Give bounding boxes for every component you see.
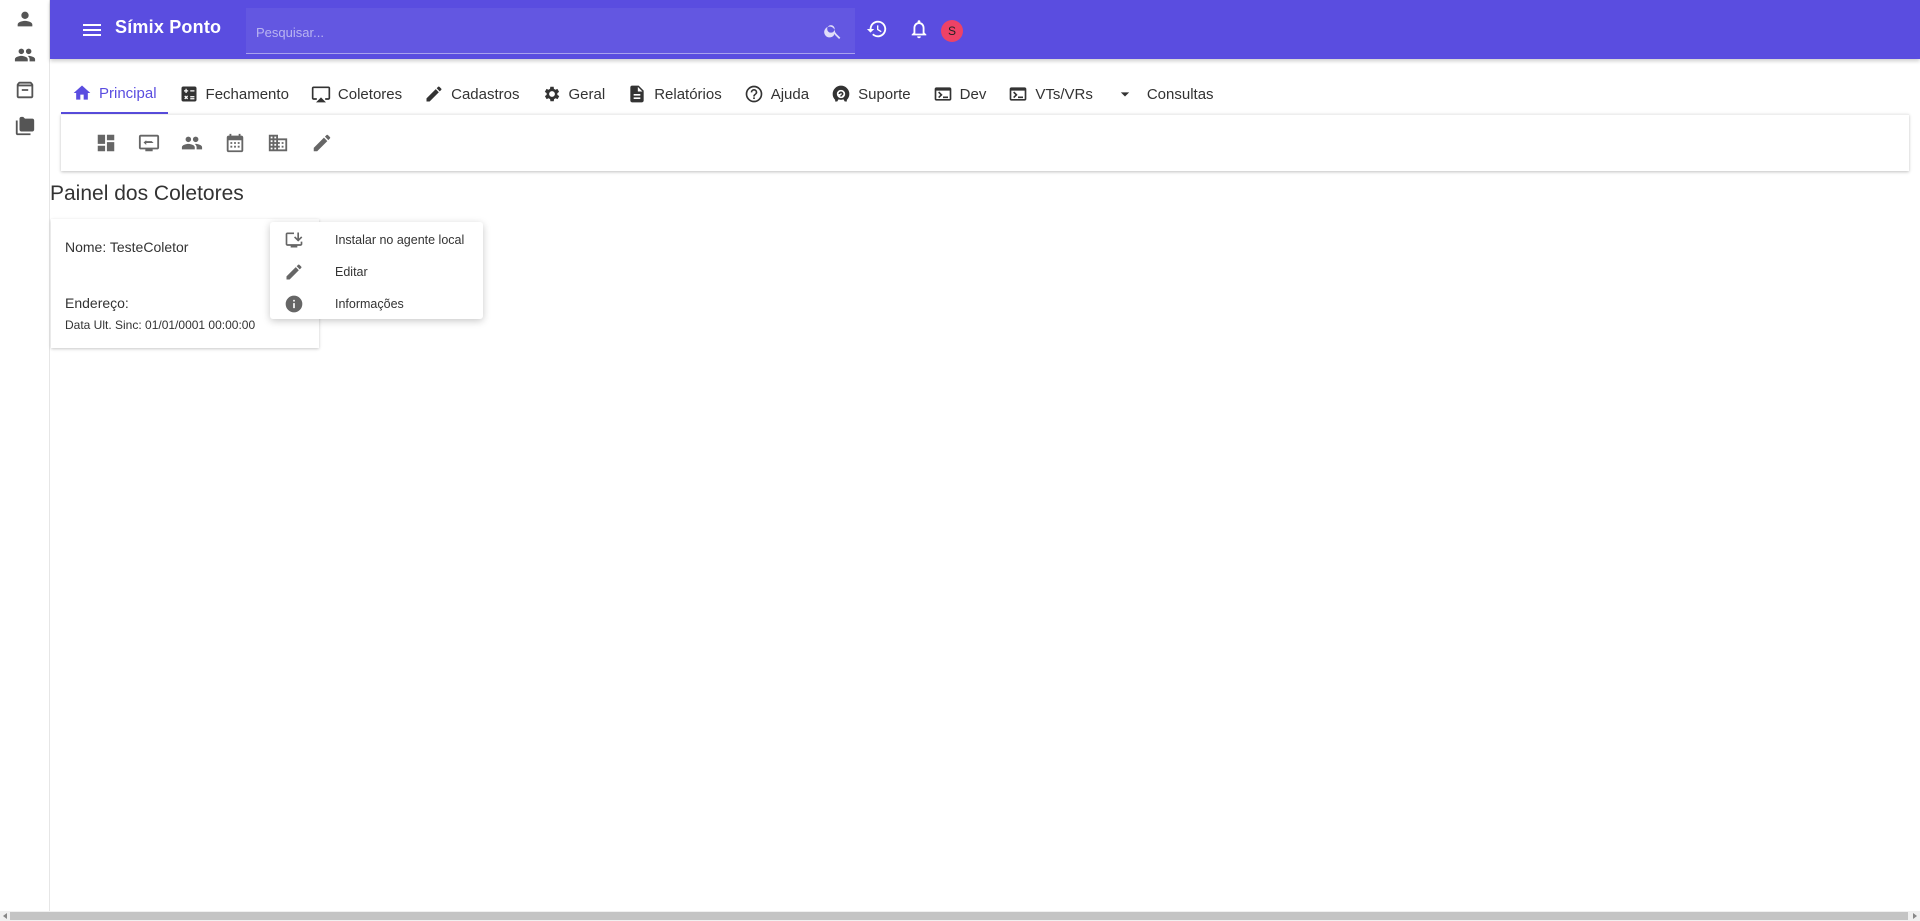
terminal-icon bbox=[1008, 84, 1028, 104]
gear-icon bbox=[542, 84, 562, 104]
tab-label: Dev bbox=[959, 85, 987, 103]
monitor-icon bbox=[311, 84, 331, 104]
person-icon[interactable] bbox=[12, 6, 38, 32]
sub-toolbar bbox=[61, 114, 1909, 171]
tab-label: Cadastros bbox=[451, 85, 520, 103]
home-icon bbox=[72, 83, 92, 103]
pencil-icon bbox=[424, 84, 444, 104]
tab-label: VTs/VRs bbox=[1035, 85, 1093, 103]
calendar-icon[interactable] bbox=[224, 132, 248, 156]
document-icon bbox=[627, 84, 647, 104]
collector-address: Endereço: bbox=[65, 295, 129, 311]
scrollbar-thumb[interactable] bbox=[10, 912, 1908, 920]
help-icon bbox=[744, 84, 764, 104]
search-box bbox=[246, 8, 855, 54]
horizontal-scrollbar[interactable] bbox=[0, 911, 1920, 921]
menu-item-label: Instalar no agente local bbox=[335, 233, 465, 247]
tab-consultas[interactable]: Consultas bbox=[1104, 74, 1225, 114]
tab-cadastros[interactable]: Cadastros bbox=[413, 74, 530, 114]
search-input[interactable] bbox=[256, 22, 796, 42]
pencil-icon bbox=[284, 262, 304, 282]
tab-suporte[interactable]: Suporte bbox=[820, 74, 922, 114]
dashboard-icon[interactable] bbox=[95, 132, 119, 156]
info-icon bbox=[284, 294, 304, 314]
history-icon[interactable] bbox=[866, 18, 888, 40]
tab-relatorios[interactable]: Relatórios bbox=[616, 74, 733, 114]
app-title: Símix Ponto bbox=[115, 17, 222, 37]
folder-icon[interactable] bbox=[12, 113, 38, 139]
tab-label: Suporte bbox=[858, 85, 911, 103]
top-app-bar: Símix Ponto S bbox=[50, 0, 1920, 59]
tab-label: Fechamento bbox=[205, 85, 289, 103]
collector-name: Nome: TesteColetor bbox=[65, 239, 189, 255]
pencil-icon[interactable] bbox=[311, 132, 335, 156]
tab-fechamento[interactable]: Fechamento bbox=[168, 74, 300, 114]
install-icon bbox=[284, 230, 304, 250]
menu-item-edit[interactable]: Editar bbox=[270, 258, 483, 288]
menu-icon[interactable] bbox=[80, 18, 104, 42]
main-tabs: Principal Fechamento Coletores Cadastros… bbox=[61, 74, 1225, 114]
search-icon[interactable] bbox=[823, 21, 843, 41]
tab-label: Principal bbox=[99, 84, 157, 102]
tab-dev[interactable]: Dev bbox=[922, 74, 998, 114]
tab-label: Geral bbox=[568, 85, 606, 103]
terminal-icon bbox=[933, 84, 953, 104]
menu-item-label: Editar bbox=[335, 265, 368, 279]
tab-geral[interactable]: Geral bbox=[531, 74, 617, 114]
scroll-left-icon[interactable] bbox=[0, 911, 10, 921]
page-title: Painel dos Coletores bbox=[50, 182, 244, 205]
collector-last-sync: Data Ult. Sinc: 01/01/0001 00:00:00 bbox=[65, 318, 256, 332]
building-icon[interactable] bbox=[267, 132, 291, 156]
avatar[interactable]: S bbox=[941, 20, 963, 42]
tab-ajuda[interactable]: Ajuda bbox=[733, 74, 820, 114]
monitor-swap-icon[interactable] bbox=[138, 132, 162, 156]
scroll-right-icon[interactable] bbox=[1910, 911, 1920, 921]
menu-item-info[interactable]: Informações bbox=[270, 290, 483, 320]
tab-vts-vrs[interactable]: VTs/VRs bbox=[997, 74, 1104, 114]
bell-icon[interactable] bbox=[908, 18, 930, 40]
tab-label: Ajuda bbox=[770, 85, 810, 103]
menu-item-install[interactable]: Instalar no agente local bbox=[270, 226, 483, 256]
tab-principal[interactable]: Principal bbox=[61, 74, 168, 114]
people-icon[interactable] bbox=[181, 132, 205, 156]
archive-icon[interactable] bbox=[12, 77, 38, 103]
left-rail bbox=[0, 0, 50, 921]
tab-coletores[interactable]: Coletores bbox=[300, 74, 413, 114]
people-icon[interactable] bbox=[12, 42, 38, 68]
context-menu: Instalar no agente local Editar Informaç… bbox=[270, 222, 483, 319]
tab-label: Consultas bbox=[1146, 85, 1214, 103]
menu-item-label: Informações bbox=[335, 297, 404, 311]
tab-label: Relatórios bbox=[654, 85, 722, 103]
calculator-icon bbox=[179, 84, 199, 104]
tab-label: Coletores bbox=[337, 85, 403, 103]
support-icon bbox=[831, 84, 851, 104]
caret-down-icon bbox=[1115, 84, 1135, 104]
